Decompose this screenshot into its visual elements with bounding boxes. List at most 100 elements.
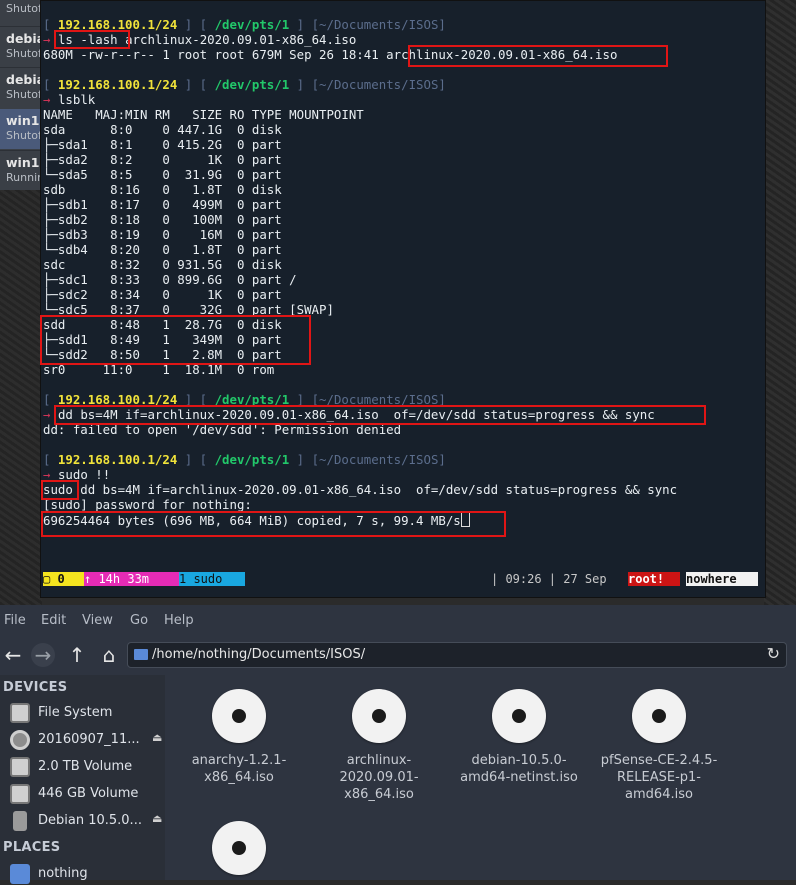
sudo-dd-args: dd bs=4M if=archlinux-2020.09.01-x86_64.… (72, 482, 678, 497)
terminal-window[interactable]: [ 192.168.100.1/24 ] [ /dev/pts/1 ] [~/D… (40, 0, 766, 598)
sidebar-item-file-system[interactable]: File System (10, 702, 162, 724)
vm-name: debia (6, 72, 42, 87)
prompt-ip: 192.168.100.1/24 (57, 452, 178, 467)
lsblk-line: └─sda5 8:5 0 31.9G 0 part (43, 167, 282, 182)
sidebar-item-label: 2.0 TB Volume (38, 759, 133, 774)
tmux-status-bar: ▢ 0 ↑ 14h 33m 1 sudo | 09:26 | 27 Sep ro… (43, 572, 759, 586)
status-clock: | 09:26 | 27 Sep (491, 572, 607, 586)
vm-item[interactable]: win10 Shutof (0, 109, 42, 149)
lsblk-line: ├─sdb1 8:17 0 499M 0 part (43, 197, 282, 212)
eject-icon[interactable]: ⏏ (152, 731, 162, 744)
prompt-dir: [~/Documents/ISOS] (311, 17, 446, 32)
lsblk-line: ├─sda1 8:1 0 415.2G 0 part (43, 137, 282, 152)
location-bar[interactable]: /home/nothing/Documents/ISOS/ ↻ (127, 642, 787, 668)
expanded-command: sudo dd bs=4M if=archlinux-2020.09.01-x8… (43, 482, 677, 497)
prompt-dir: [~/Documents/ISOS] (311, 77, 446, 92)
drive-icon (10, 703, 30, 723)
sidebar-item-2tb-volume[interactable]: 2.0 TB Volume (10, 756, 162, 778)
reload-icon[interactable]: ↻ (767, 644, 780, 663)
highlight-box (41, 480, 79, 500)
sidebar-item-debian-usb[interactable]: Debian 10.5.0... ⏏ (10, 810, 162, 832)
sidebar-item-label: 20160907_11... (38, 732, 140, 747)
lsblk-line: sdc 8:32 0 931.5G 0 disk (43, 257, 282, 272)
location-path: /home/nothing/Documents/ISOS/ (152, 647, 366, 662)
highlight-box (40, 315, 311, 365)
terminal-output: [ 192.168.100.1/24 ] [ /dev/pts/1 ] [~/D… (43, 17, 677, 528)
menu-go[interactable]: Go (130, 613, 148, 628)
optical-disc-icon (352, 689, 406, 743)
desktop-background (764, 0, 796, 605)
lsblk-line: NAME MAJ:MIN RM SIZE RO TYPE MOUNTPOINT (43, 107, 364, 122)
file-item[interactable]: pfSense-CE-2.4.5-RELEASE-p1-amd64.iso (589, 689, 729, 803)
prompt-ip: 192.168.100.1/24 (57, 77, 178, 92)
lsblk-line: ├─sdb2 8:18 0 100M 0 part (43, 212, 282, 227)
menu-edit[interactable]: Edit (41, 613, 66, 628)
eject-icon[interactable]: ⏏ (152, 812, 162, 825)
status-session[interactable]: 1 sudo (179, 572, 245, 586)
file-manager-window: File Edit View Go Help ← → ↑ ⌂ /home/not… (0, 605, 796, 884)
vm-status: Runnin (6, 171, 42, 184)
vm-item[interactable]: debia Shutof (0, 67, 42, 108)
command-line: → lsblk (43, 92, 677, 107)
file-item[interactable] (169, 821, 309, 884)
file-item[interactable]: debian-10.5.0-amd64-netinst.iso (449, 689, 589, 786)
usb-drive-icon (13, 811, 27, 831)
file-item[interactable]: archlinux-2020.09.01-x86_64.iso (309, 689, 449, 803)
prompt-tty: /dev/pts/1 (214, 452, 290, 467)
lsblk-line: ├─sdc1 8:33 0 899.6G 0 part / (43, 272, 297, 287)
menu-bar: File Edit View Go Help (0, 605, 796, 635)
optical-disc-icon (632, 689, 686, 743)
sidebar-item-446gb-volume[interactable]: 446 GB Volume (10, 783, 162, 805)
toolbar: ← → ↑ ⌂ /home/nothing/Documents/ISOS/ ↻ (0, 635, 796, 675)
home-folder-icon (10, 864, 30, 884)
menu-view[interactable]: View (82, 613, 113, 628)
lsblk-command: lsblk (57, 92, 96, 107)
sidebar-item-optical-disc[interactable]: 20160907_11... ⏏ (10, 729, 162, 751)
prompt-dir: [~/Documents/ISOS] (311, 452, 446, 467)
back-arrow-icon[interactable]: ← (1, 643, 25, 667)
forward-arrow-icon[interactable]: → (31, 643, 55, 667)
places-header: PLACES (3, 840, 61, 855)
vm-status: Shutof (6, 129, 42, 142)
ls-file-meta: 680M -rw-r--r-- 1 root root 679M Sep 26 … (43, 47, 387, 62)
ls-entry: archlinux-2020.09.01-x86_64.iso (125, 32, 357, 47)
vm-item[interactable]: andre Shutof (0, 0, 42, 22)
optical-disc-icon (492, 689, 546, 743)
folder-icon (134, 649, 148, 660)
sidebar: DEVICES File System 20160907_11... ⏏ 2.0… (0, 675, 165, 884)
optical-disc-icon (212, 689, 266, 743)
sidebar-item-label: Debian 10.5.0... (38, 813, 142, 828)
lsblk-line: sda 8:0 0 447.1G 0 disk (43, 122, 282, 137)
sudo-password-prompt: [sudo] password for nothing: (43, 497, 252, 512)
file-name: pfSense-CE-2.4.5-RELEASE-p1-amd64.iso (600, 753, 718, 802)
vm-name: win10 (6, 155, 42, 170)
vm-name: win10 (6, 113, 42, 128)
sidebar-item-label: nothing (38, 866, 88, 881)
optical-disc-icon (212, 821, 266, 875)
up-arrow-icon[interactable]: ↑ (65, 643, 89, 667)
status-windows: ▢ 0 (43, 572, 84, 586)
status-uptime: ↑ 14h 33m (84, 572, 179, 586)
home-icon[interactable]: ⌂ (97, 643, 121, 667)
prompt-line: [ 192.168.100.1/24 ] [ /dev/pts/1 ] [~/D… (43, 17, 446, 32)
menu-help[interactable]: Help (164, 613, 194, 628)
menu-file[interactable]: File (4, 613, 26, 628)
file-item[interactable]: anarchy-1.2.1-x86_64.iso (169, 689, 309, 786)
highlight-box (54, 30, 130, 49)
vm-item[interactable]: win10 Runnin (0, 150, 42, 191)
status-user: root! (628, 572, 680, 586)
vm-item[interactable]: debia Shutof (0, 26, 42, 67)
vm-status: Shutof (6, 2, 42, 15)
lsblk-line: ├─sdb3 8:19 0 16M 0 part (43, 227, 282, 242)
prompt-arrow: → (43, 32, 51, 47)
drive-icon (10, 757, 30, 777)
highlight-box (54, 405, 706, 425)
lsblk-line: ├─sda2 8:2 0 1K 0 part (43, 152, 282, 167)
drive-icon (10, 784, 30, 804)
status-host: nowhere (686, 572, 758, 586)
lsblk-line: sdb 8:16 0 1.8T 0 disk (43, 182, 282, 197)
optical-disc-icon (10, 730, 30, 750)
file-name: debian-10.5.0-amd64-netinst.iso (460, 753, 578, 785)
vm-status: Shutof (6, 88, 42, 101)
sidebar-item-home[interactable]: nothing (10, 863, 162, 885)
